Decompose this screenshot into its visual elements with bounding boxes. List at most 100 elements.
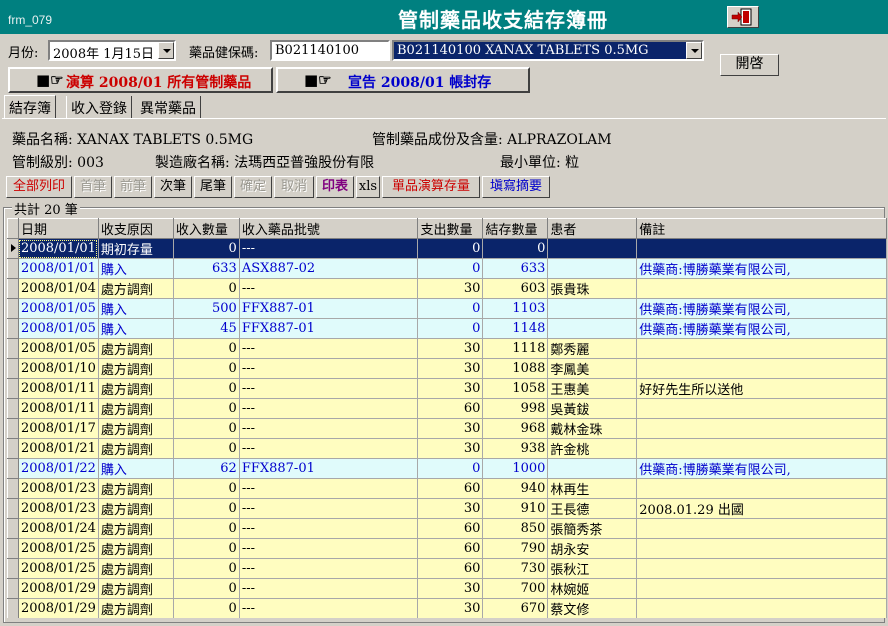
col-date[interactable]: 日期 <box>17 218 99 239</box>
cell-batch[interactable]: --- <box>238 358 419 379</box>
declare-seal-button[interactable]: ■☞ 宣告 2008/01 帳封存 <box>276 67 530 93</box>
cell-out-qty[interactable]: 0 <box>417 238 484 259</box>
row-selector[interactable] <box>7 478 19 499</box>
cell-balance[interactable]: 0 <box>482 238 549 259</box>
cell-out-qty[interactable]: 60 <box>417 518 484 539</box>
cell-note[interactable] <box>636 358 887 379</box>
cell-batch[interactable]: FFX887-01 <box>238 298 419 319</box>
prev-button[interactable]: 前筆 <box>114 176 152 198</box>
cell-note[interactable] <box>636 578 887 599</box>
chevron-down-icon[interactable] <box>158 42 174 59</box>
cell-in-qty[interactable]: 633 <box>172 258 240 279</box>
cell-batch[interactable]: FFX887-01 <box>238 318 419 339</box>
cell-note[interactable] <box>636 598 887 618</box>
cell-batch[interactable]: FFX887-01 <box>238 458 419 479</box>
cell-in-qty[interactable]: 0 <box>172 358 240 379</box>
cell-in-qty[interactable]: 0 <box>172 578 240 599</box>
cell-reason[interactable]: 處方調劑 <box>97 538 174 559</box>
table-row[interactable]: 2008/01/22 購入 62 FFX887-01 0 1000 供藥商:博勝藥業有限公司… <box>7 458 887 479</box>
cell-date[interactable]: 2008/01/11 <box>17 398 99 419</box>
row-selector[interactable] <box>7 558 19 579</box>
table-row[interactable]: 2008/01/23 處方調劑 0 --- 30 910 王長德 2008.01.29 出國 <box>7 498 887 519</box>
confirm-button[interactable]: 確定 <box>234 176 272 198</box>
cell-reason[interactable]: 處方調劑 <box>97 418 174 439</box>
row-selector[interactable] <box>7 398 19 419</box>
cell-in-qty[interactable]: 0 <box>172 418 240 439</box>
cell-date[interactable]: 2008/01/01 <box>17 258 99 279</box>
cell-reason[interactable]: 期初存量 <box>97 238 174 259</box>
col-balance[interactable]: 結存數量 <box>482 218 549 239</box>
cell-date[interactable]: 2008/01/10 <box>17 358 99 379</box>
cell-out-qty[interactable]: 30 <box>417 338 484 359</box>
cell-batch[interactable]: --- <box>238 338 419 359</box>
cell-out-qty[interactable]: 30 <box>417 498 484 519</box>
cell-in-qty[interactable]: 0 <box>172 498 240 519</box>
month-picker[interactable]: 2008年 1月15日 <box>48 40 176 61</box>
cell-batch[interactable]: --- <box>238 478 419 499</box>
cell-note[interactable]: 供藥商:博勝藥業有限公司, <box>636 258 887 279</box>
cell-balance[interactable]: 910 <box>482 498 549 519</box>
row-selector[interactable] <box>7 338 19 359</box>
cell-batch[interactable]: --- <box>238 438 419 459</box>
table-row[interactable]: 2008/01/05 購入 45 FFX887-01 0 1148 供藥商:博勝藥業有限公司… <box>7 318 887 339</box>
cell-reason[interactable]: 處方調劑 <box>97 378 174 399</box>
table-row[interactable]: 2008/01/23 處方調劑 0 --- 60 940 林再生 <box>7 478 887 499</box>
cell-note[interactable]: 供藥商:博勝藥業有限公司, <box>636 298 887 319</box>
chevron-down-icon[interactable] <box>686 42 702 59</box>
table-row[interactable]: 2008/01/29 處方調劑 0 --- 30 700 林婉姬 <box>7 578 887 599</box>
cell-in-qty[interactable]: 0 <box>172 598 240 618</box>
cell-reason[interactable]: 處方調劑 <box>97 598 174 618</box>
cell-patient[interactable] <box>547 258 638 279</box>
cell-date[interactable]: 2008/01/05 <box>17 338 99 359</box>
row-selector[interactable] <box>7 358 19 379</box>
cell-reason[interactable]: 處方調劑 <box>97 558 174 579</box>
col-note[interactable]: 備註 <box>636 218 887 239</box>
cell-batch[interactable]: --- <box>238 538 419 559</box>
cell-reason[interactable]: 處方調劑 <box>97 398 174 419</box>
cell-reason[interactable]: 購入 <box>97 298 174 319</box>
cell-reason[interactable]: 處方調劑 <box>97 438 174 459</box>
row-selector[interactable] <box>7 378 19 399</box>
cell-out-qty[interactable]: 0 <box>417 458 484 479</box>
last-button[interactable]: 尾筆 <box>194 176 232 198</box>
cell-balance[interactable]: 730 <box>482 558 549 579</box>
single-calc-button[interactable]: 單品演算存量 <box>382 176 480 198</box>
cell-note[interactable]: 供藥商:博勝藥業有限公司, <box>636 318 887 339</box>
print-all-button[interactable]: 全部列印 <box>6 176 72 198</box>
cell-batch[interactable]: --- <box>238 238 419 259</box>
cell-balance[interactable]: 1103 <box>482 298 549 319</box>
cell-patient[interactable]: 林婉姬 <box>547 578 638 599</box>
drug-select[interactable]: B021140100 XANAX TABLETS 0.5MG <box>392 40 704 61</box>
col-in-qty[interactable]: 收入數量 <box>172 218 240 239</box>
table-row[interactable]: 2008/01/10 處方調劑 0 --- 30 1088 李鳳美 <box>7 358 887 379</box>
cell-date[interactable]: 2008/01/21 <box>17 438 99 459</box>
cell-out-qty[interactable]: 30 <box>417 598 484 618</box>
cell-in-qty[interactable]: 0 <box>172 558 240 579</box>
row-selector[interactable] <box>7 418 19 439</box>
cell-batch[interactable]: --- <box>238 518 419 539</box>
cell-note[interactable] <box>636 418 887 439</box>
cell-in-qty[interactable]: 62 <box>172 458 240 479</box>
cell-in-qty[interactable]: 0 <box>172 398 240 419</box>
table-row[interactable]: 2008/01/29 處方調劑 0 --- 30 670 蔡文修 <box>7 598 887 618</box>
cell-in-qty[interactable]: 0 <box>172 278 240 299</box>
cell-balance[interactable]: 700 <box>482 578 549 599</box>
cell-in-qty[interactable]: 0 <box>172 338 240 359</box>
cell-date[interactable]: 2008/01/04 <box>17 278 99 299</box>
cell-out-qty[interactable]: 30 <box>417 418 484 439</box>
table-row[interactable]: 2008/01/01 期初存量 0 --- 0 0 <box>7 238 887 259</box>
cell-batch[interactable]: --- <box>238 278 419 299</box>
cell-patient[interactable]: 林再生 <box>547 478 638 499</box>
cell-batch[interactable]: --- <box>238 378 419 399</box>
cell-date[interactable]: 2008/01/24 <box>17 518 99 539</box>
cancel-button[interactable]: 取消 <box>274 176 314 198</box>
cell-in-qty[interactable]: 0 <box>172 438 240 459</box>
cell-date[interactable]: 2008/01/05 <box>17 298 99 319</box>
cell-reason[interactable]: 處方調劑 <box>97 338 174 359</box>
row-selector[interactable] <box>7 498 19 519</box>
cell-out-qty[interactable]: 0 <box>417 298 484 319</box>
cell-date[interactable]: 2008/01/22 <box>17 458 99 479</box>
cell-date[interactable]: 2008/01/29 <box>17 598 99 618</box>
cell-patient[interactable]: 王惠美 <box>547 378 638 399</box>
cell-out-qty[interactable]: 30 <box>417 378 484 399</box>
